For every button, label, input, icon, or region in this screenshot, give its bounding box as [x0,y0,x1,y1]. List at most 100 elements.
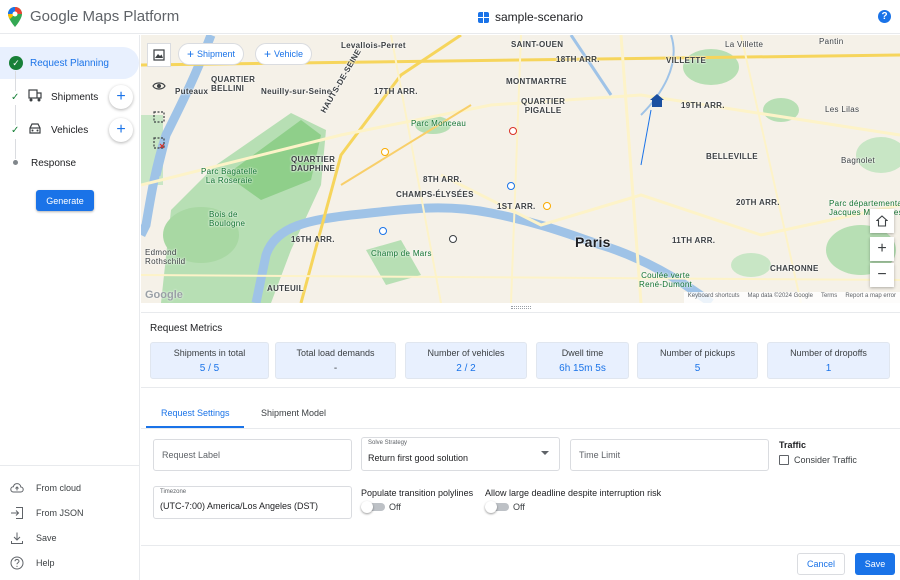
consider-traffic-label[interactable]: Consider Traffic [794,455,857,465]
report-error-link[interactable]: Report a map error [845,293,896,302]
metric-card: Number of vehicles 2 / 2 [405,342,527,379]
request-label-field[interactable]: Request Label [153,439,352,471]
vehicle-icon [29,123,41,134]
depot-marker-icon[interactable] [649,93,665,108]
add-vehicle-map-button[interactable]: + Vehicle [255,43,313,65]
pending-step-icon [13,160,18,165]
map-label: Levallois-Perret [341,41,406,50]
sidebar-item-label: Request Planning [30,58,109,69]
plus-icon: + [187,47,195,61]
metric-value: 1 [825,363,832,374]
add-shipment-button[interactable]: + [109,85,133,109]
deadline-toggle-state: Off [513,502,525,512]
map-label: 18TH ARR. [556,55,600,64]
resize-handle[interactable] [141,303,900,313]
solve-strategy-value: Return first good solution [368,453,469,463]
save-button[interactable]: Save [855,553,895,575]
help-label: Help [36,558,55,568]
map-label: QUARTIER BELLINI [211,75,256,93]
metric-value: 6h 15m 5s [559,363,606,374]
metric-card: Shipments in total 5 / 5 [150,342,269,379]
metric-card: Total load demands - [275,342,396,379]
save-scenario-button[interactable]: Save [10,531,57,545]
google-logo: Google [145,289,183,301]
polylines-toggle-title: Populate transition polylines [361,488,474,498]
metric-card: Number of dropoffs 1 [767,342,890,379]
save-label: Save [36,533,57,543]
metric-label: Number of dropoffs [790,348,867,358]
map-label: 17TH ARR. [374,87,418,96]
chevron-down-icon [541,451,549,455]
scenario-icon [478,11,489,23]
from-json-button[interactable]: From JSON [10,506,84,520]
scenario-selector[interactable]: sample-scenario [478,10,583,24]
shipment-icon [28,89,42,102]
map-label: Pantin [819,37,844,46]
metric-value: - [333,363,338,374]
metro-icon [543,202,551,210]
time-limit-field[interactable]: Time Limit [570,439,769,471]
add-vehicle-button[interactable]: + [109,118,133,142]
metro-icon [507,182,515,190]
map-label: BELLEVILLE [706,152,758,161]
plus-icon: + [877,240,887,257]
time-limit-placeholder: Time Limit [579,450,621,460]
consider-traffic-checkbox[interactable] [779,455,789,465]
solve-strategy-select[interactable]: Solve Strategy Return first good solutio… [361,437,560,471]
map-label-paris: Paris [575,234,611,250]
app-header: Google Maps Platform sample-scenario ? [0,0,900,34]
timezone-value: (UTC-7:00) America/Los Angeles (DST) [160,501,319,511]
map-label: AUTEUIL [267,284,304,293]
check-icon: ✓ [11,92,20,103]
metric-label: Dwell time [561,348,604,358]
metric-label: Number of pickups [659,348,736,358]
zoom-in-button[interactable]: + [870,237,894,261]
map-label: Parc Bagatelle La Roseraie [201,167,258,185]
map-label: Parc Monceau [411,119,467,128]
timezone-select[interactable]: Timezone (UTC-7:00) America/Los Angeles … [153,486,352,519]
scenario-name: sample-scenario [495,10,584,24]
keyboard-shortcuts-link[interactable]: Keyboard shortcuts [688,293,740,302]
map-label: SAINT-OUEN [511,40,564,49]
map-label: 20TH ARR. [736,198,780,207]
map-canvas[interactable]: Levallois-Perret SAINT-OUEN QUARTIER BEL… [141,35,900,303]
tab-shipment-model[interactable]: Shipment Model [261,408,326,418]
help-icon[interactable]: ? [878,10,891,23]
cancel-button[interactable]: Cancel [797,553,845,575]
visibility-button[interactable] [147,74,171,98]
select-area-button[interactable] [147,105,171,129]
metric-value: 5 [694,363,701,374]
image-icon [153,49,165,61]
from-cloud-button[interactable]: From cloud [10,481,81,495]
selection-icon [153,111,165,123]
deselect-area-button[interactable] [147,131,171,155]
add-shipment-map-button[interactable]: + Shipment [178,43,245,65]
step-connector [15,71,16,91]
solve-strategy-label: Solve Strategy [368,440,408,446]
metric-card: Dwell time 6h 15m 5s [536,342,629,379]
generate-button[interactable]: Generate [36,190,94,211]
sidebar-item-label: Response [31,158,77,169]
eye-icon [152,82,166,90]
recenter-button[interactable] [870,209,894,233]
toggle-knob[interactable] [485,501,497,513]
map-style-button[interactable] [147,43,171,67]
map-label: Bagnolet [841,156,875,165]
metric-label: Shipments in total [173,348,246,358]
map-label: QUARTIER DAUPHINE [291,155,336,173]
from-cloud-label: From cloud [36,483,82,493]
toggle-knob[interactable] [361,501,373,513]
map-label: CHARONNE [770,264,819,273]
zoom-out-button[interactable]: − [870,263,894,287]
tab-request-settings[interactable]: Request Settings [161,408,230,418]
help-button[interactable]: Help [10,556,55,570]
add-vehicle-label: Vehicle [274,49,304,59]
footer-divider [141,545,900,546]
terms-link[interactable]: Terms [821,293,837,302]
check-icon: ✓ [11,125,20,136]
map-label: Les Lilas [825,105,860,114]
map-label: QUARTIER PIGALLE [521,97,566,115]
metric-value: 5 / 5 [199,363,220,374]
from-json-label: From JSON [36,508,84,518]
polylines-toggle-state: Off [389,502,401,512]
